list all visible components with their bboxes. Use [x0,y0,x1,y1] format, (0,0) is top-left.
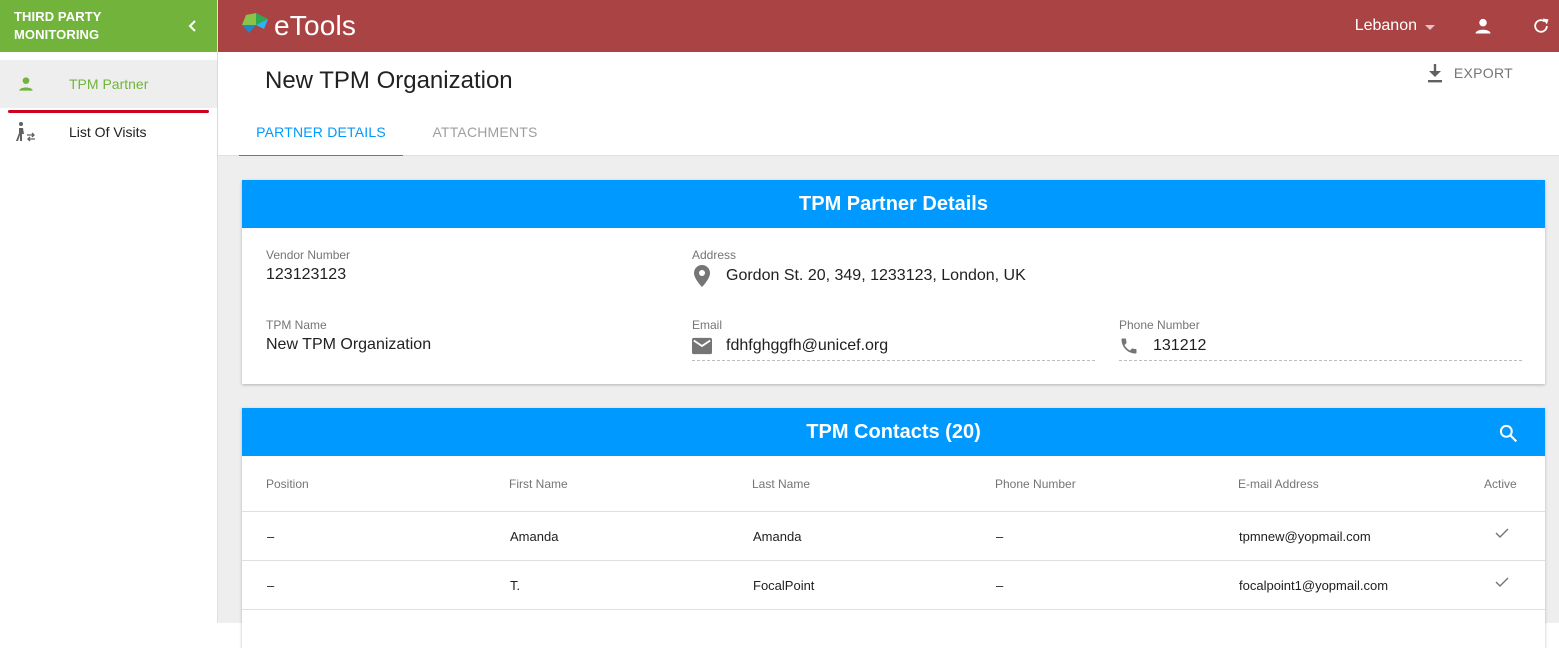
email-field: Email fdhfghggfh@unicef.org [692,318,1095,361]
location-pin-icon [692,265,712,287]
cell-phone: – [996,529,1004,544]
field-label: Email [692,318,723,332]
column-header-last-name[interactable]: Last Name [752,477,810,491]
cell-last-name: Amanda [753,529,802,544]
column-header-email[interactable]: E-mail Address [1238,477,1319,491]
caret-down-icon [1425,24,1435,30]
download-icon [1424,62,1446,84]
country-dropdown[interactable]: Lebanon [1355,17,1435,35]
cell-email: tpmnew@yopmail.com [1239,529,1371,544]
cell-position: – [267,529,275,544]
export-button[interactable]: EXPORT [1424,62,1513,84]
tpm-name-value: New TPM Organization [266,336,432,353]
field-label: Phone Number [1119,318,1200,332]
sidebar: THIRD PARTY MONITORING TPM Partner List … [0,0,218,623]
person-icon [14,72,38,96]
table-header: Position First Name Last Name Phone Numb… [242,456,1545,512]
email-value: fdhfghggfh@unicef.org [726,337,889,354]
check-icon [1495,576,1509,591]
phone-number-field: Phone Number 131212 [1119,318,1522,361]
tpm-contacts-card: TPM Contacts (20) Position First Name La… [242,408,1545,648]
column-header-first-name[interactable]: First Name [509,477,568,491]
search-icon [1499,424,1518,443]
collapse-sidebar-button[interactable] [183,16,203,36]
field-label: Vendor Number [266,248,351,262]
sidebar-item-label: TPM Partner [69,76,149,92]
page-header: New TPM Organization EXPORT PARTNER DETA… [218,52,1559,157]
tpm-name-field: TPM Name New TPM Organization [266,318,431,354]
check-icon [1495,527,1509,542]
cell-last-name: FocalPoint [753,578,815,593]
sidebar-header: THIRD PARTY MONITORING [0,0,217,52]
cell-email: focalpoint1@yopmail.com [1239,578,1389,593]
visits-icon [14,120,38,144]
page-title: New TPM Organization [265,67,513,94]
email-icon [692,336,712,356]
etools-logo-icon [242,13,268,33]
phone-number-value: 131212 [1153,337,1207,354]
profile-button[interactable] [1471,14,1495,38]
field-label: TPM Name [266,318,327,332]
search-contacts-button[interactable] [1497,422,1519,444]
tab-bar: PARTNER DETAILS ATTACHMENTS [239,108,567,157]
chevron-left-icon [188,20,196,32]
table-row[interactable]: – T. FocalPoint – focalpoint1@yopmail.co… [242,561,1545,610]
contacts-title: TPM Contacts (20) [806,420,981,443]
tab-attachments[interactable]: ATTACHMENTS [403,108,567,156]
app-section-title: THIRD PARTY MONITORING [14,9,102,42]
etools-logo[interactable]: eTools [240,10,356,42]
top-bar: eTools Lebanon [218,0,1559,52]
export-label: EXPORT [1453,65,1513,81]
refresh-icon [1534,18,1549,33]
field-label: Address [692,248,737,262]
brand-name: eTools [274,10,357,41]
sidebar-item-tpm-partner[interactable]: TPM Partner [0,60,217,113]
column-header-position[interactable]: Position [266,477,309,491]
cell-first-name: T. [510,578,521,593]
sidebar-item-list-of-visits[interactable]: List Of Visits [0,108,217,156]
address-field: Address Gordon St. 20, 349, 1233123, Lon… [692,248,1522,287]
main-content: TPM Partner Details Vendor Number 123123… [218,156,1559,648]
account-icon [1475,18,1491,34]
cell-position: – [267,578,275,593]
card-header: TPM Partner Details [242,180,1545,228]
sidebar-item-label: List Of Visits [69,124,147,140]
refresh-button[interactable] [1529,14,1553,38]
address-value: Gordon St. 20, 349, 1233123, London, UK [726,267,1026,284]
vendor-number-value: 123123123 [266,266,347,283]
column-header-active[interactable]: Active [1484,477,1517,491]
partner-details-card: TPM Partner Details Vendor Number 123123… [242,180,1545,384]
country-label: Lebanon [1354,17,1417,34]
tab-partner-details[interactable]: PARTNER DETAILS [239,108,403,157]
phone-icon [1119,336,1139,356]
card-header: TPM Contacts (20) [242,408,1545,456]
cell-phone: – [996,578,1004,593]
column-header-phone-number[interactable]: Phone Number [995,477,1076,491]
table-row[interactable]: – Amanda Amanda – tpmnew@yopmail.com [242,512,1545,561]
cell-first-name: Amanda [510,529,559,544]
vendor-number-field: Vendor Number 123123123 [266,248,350,284]
